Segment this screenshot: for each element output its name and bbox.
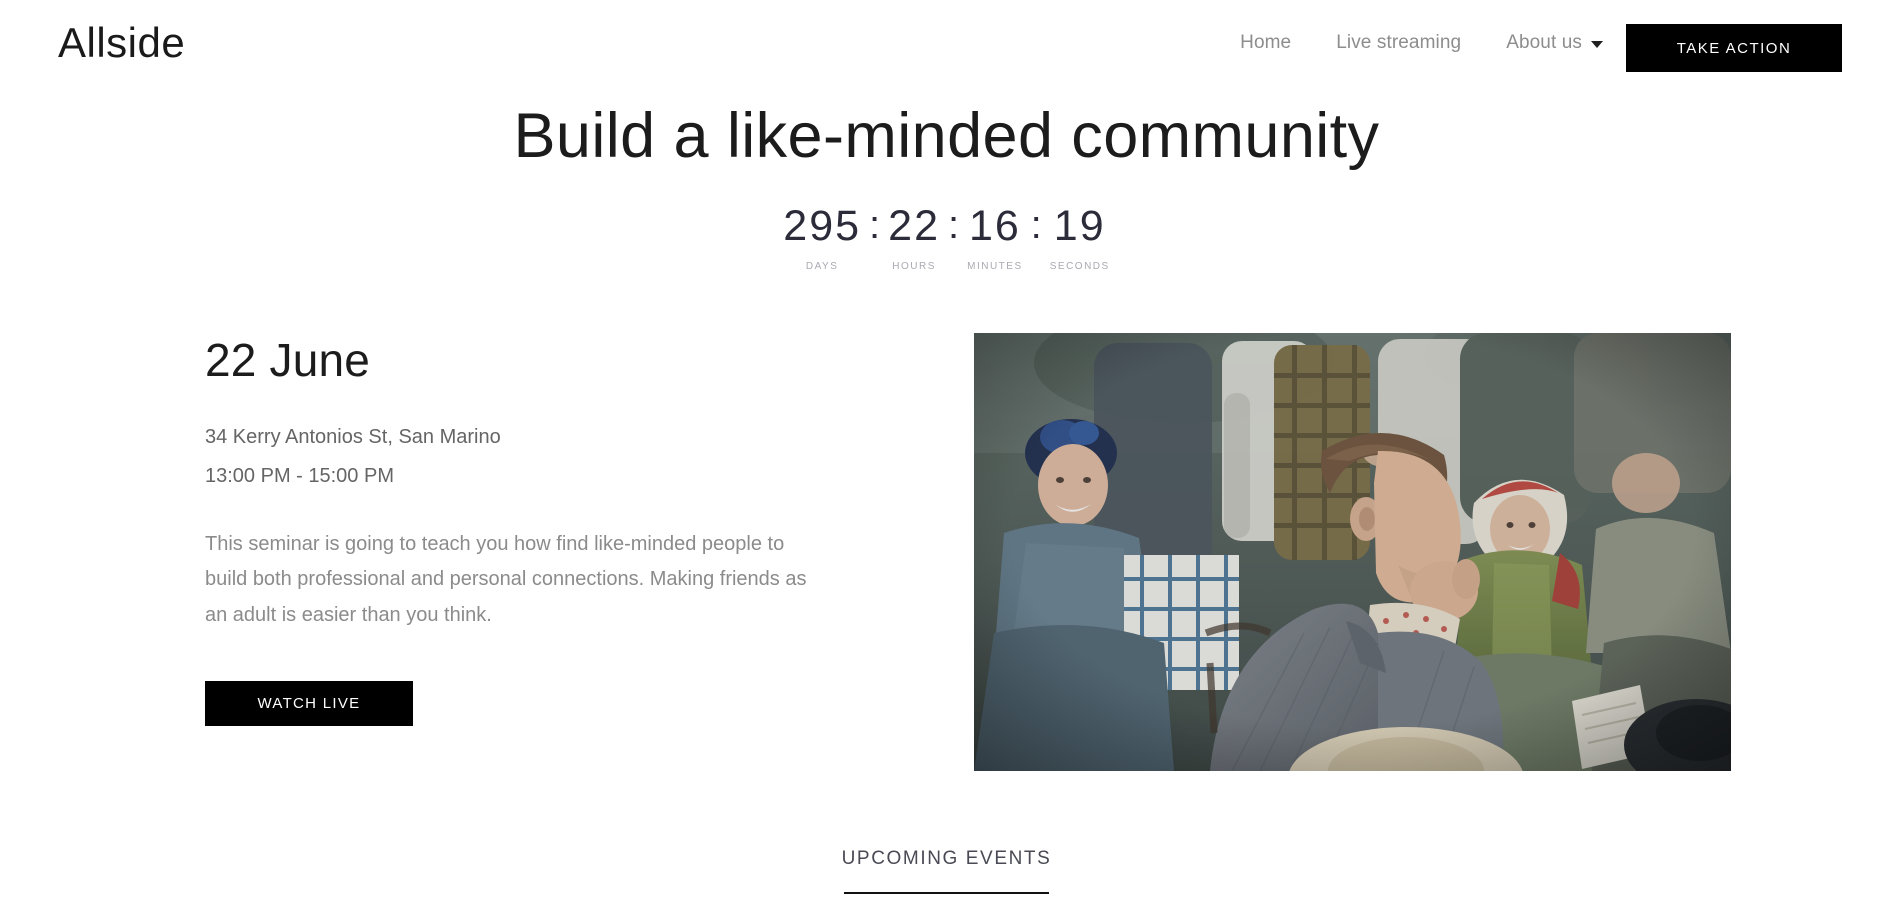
countdown-days-value: 295 <box>783 202 862 250</box>
page-title: Build a like-minded community <box>513 101 1380 171</box>
countdown-separator: : <box>869 203 881 247</box>
countdown-unit-seconds: 19 SECONDS <box>1049 202 1110 273</box>
countdown-separator: : <box>1030 203 1042 247</box>
countdown-minutes-value: 16 <box>968 202 1021 250</box>
event-address: 34 Kerry Antonios St, San Marino <box>205 425 501 448</box>
nav-item-home[interactable]: Home <box>1240 32 1291 54</box>
event-details: 22 June 34 Kerry Antonios St, San Marino… <box>205 334 845 727</box>
main-navigation: Home Live streaming About us <box>1240 32 1603 54</box>
chevron-down-icon <box>1591 41 1603 48</box>
page-root: Allside Home Live streaming About us TAK… <box>0 0 1893 907</box>
watch-live-button[interactable]: WATCH LIVE <box>205 681 413 727</box>
nav-item-live-streaming[interactable]: Live streaming <box>1336 32 1461 54</box>
countdown-hours-value: 22 <box>888 202 940 250</box>
upcoming-events-label: UPCOMING EVENTS <box>841 848 1052 869</box>
countdown-unit-hours: 22 HOURS <box>888 202 940 273</box>
countdown-days-label: DAYS <box>805 261 839 272</box>
event-photo-illustration <box>974 333 1731 771</box>
countdown-seconds-value: 19 <box>1053 202 1106 250</box>
nav-item-about-us[interactable]: About us <box>1506 32 1603 54</box>
countdown-minutes-label: MINUTES <box>967 261 1023 272</box>
event-description: This seminar is going to teach you how f… <box>205 532 807 626</box>
event-date: 22 June <box>205 334 371 386</box>
take-action-button[interactable]: TAKE ACTION <box>1626 24 1842 72</box>
upcoming-events-section: UPCOMING EVENTS <box>0 848 1893 894</box>
event-hero-image <box>974 333 1731 771</box>
countdown-unit-minutes: 16 MINUTES <box>967 202 1023 273</box>
site-header: Allside Home Live streaming About us TAK… <box>0 0 1893 96</box>
countdown-seconds-label: SECONDS <box>1049 261 1110 272</box>
event-time: 13:00 PM - 15:00 PM <box>205 464 394 487</box>
countdown-hours-label: HOURS <box>892 261 936 272</box>
countdown-timer: 295 DAYS : 22 HOURS : 16 MINUTES : 19 SE… <box>0 202 1893 273</box>
nav-item-about-us-label: About us <box>1506 32 1582 53</box>
brand-logo[interactable]: Allside <box>58 18 185 68</box>
countdown-unit-days: 295 DAYS <box>783 202 862 273</box>
upcoming-events-underline <box>844 892 1049 894</box>
countdown-separator: : <box>948 203 960 247</box>
